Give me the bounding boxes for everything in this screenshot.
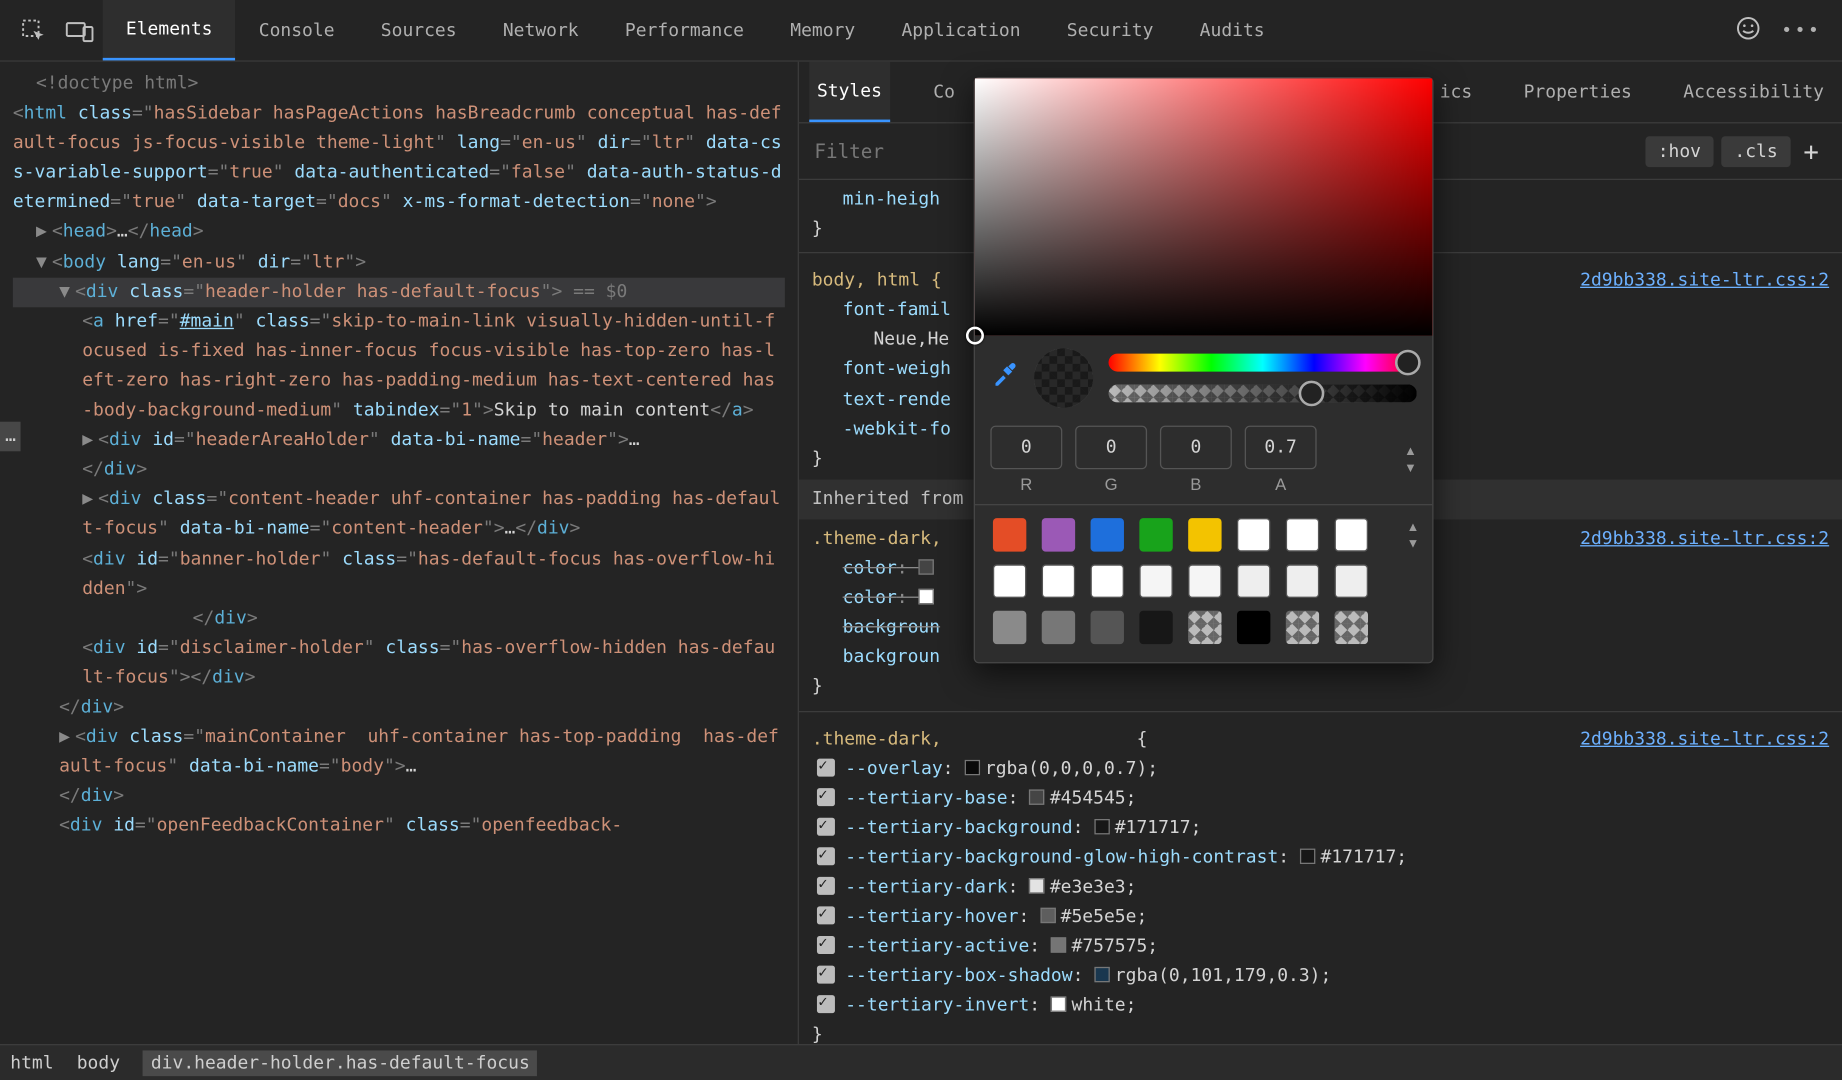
dom-head[interactable]: ▶<head>…</head> xyxy=(13,218,785,248)
prop-toggle[interactable] xyxy=(817,788,835,806)
channel-g-input[interactable]: 0 xyxy=(1075,426,1147,470)
palette-swatch[interactable] xyxy=(1237,518,1270,551)
crumb-selected[interactable]: div.header-holder.has-default-focus xyxy=(143,1050,537,1076)
palette-swatch[interactable] xyxy=(1042,611,1075,644)
prop-toggle[interactable] xyxy=(817,847,835,865)
palette-swatch[interactable] xyxy=(1335,611,1368,644)
color-preview-swatch xyxy=(1034,348,1093,407)
tab-metrics[interactable]: ics xyxy=(1432,62,1480,122)
tab-elements[interactable]: Elements xyxy=(103,0,236,60)
dom-selected-header-holder[interactable]: ▼<div class="header-holder has-default-f… xyxy=(13,277,785,307)
dom-html-open[interactable]: <html class="hasSidebar hasPageActions h… xyxy=(13,99,785,218)
tab-audits[interactable]: Audits xyxy=(1177,0,1288,60)
palette-swatch[interactable] xyxy=(1091,518,1124,551)
palette-swatch[interactable] xyxy=(1188,518,1221,551)
dom-header-holder-close: </div> xyxy=(13,693,785,723)
elements-dom-tree[interactable]: … <!doctype html> <html class="hasSideba… xyxy=(0,62,799,1044)
palette-swatch[interactable] xyxy=(1335,518,1368,551)
doctype: <!doctype html> xyxy=(36,73,198,94)
hov-toggle[interactable]: :hov xyxy=(1645,136,1714,167)
palette-swatch[interactable] xyxy=(1237,611,1270,644)
tab-computed[interactable]: Co xyxy=(926,62,963,122)
channel-r-input[interactable]: 0 xyxy=(990,426,1062,470)
palette-swatch[interactable] xyxy=(1335,564,1368,597)
tab-application[interactable]: Application xyxy=(878,0,1043,60)
rgba-inputs: 0R 0G 0B 0.7A ▲▼ xyxy=(975,420,1432,504)
prop-toggle[interactable] xyxy=(817,758,835,776)
feedback-icon[interactable] xyxy=(1735,15,1761,46)
alpha-thumb[interactable] xyxy=(1299,381,1325,407)
dom-body-open[interactable]: ▼<body lang="en-us" dir="ltr"> xyxy=(13,248,785,278)
tab-console[interactable]: Console xyxy=(236,0,358,60)
dom-banner-close: </div> xyxy=(13,604,785,634)
dom-feedback-container[interactable]: <div id="openFeedbackContainer" class="o… xyxy=(13,812,785,842)
palette-swatch[interactable] xyxy=(1042,518,1075,551)
color-swatch-icon[interactable] xyxy=(964,759,979,774)
dom-main-container[interactable]: ▶<div class="mainContainer uhf-container… xyxy=(13,723,785,812)
palette-swatch[interactable] xyxy=(1091,611,1124,644)
crumb-html[interactable]: html xyxy=(10,1052,53,1073)
palette-swatch[interactable] xyxy=(993,564,1026,597)
devtools-top-tabbar: Elements Console Sources Network Perform… xyxy=(0,0,1842,62)
channel-b-input[interactable]: 0 xyxy=(1160,426,1232,470)
palette-swatch[interactable] xyxy=(1188,564,1221,597)
css-file-link[interactable]: 2d9bb338.site-ltr.css:2 xyxy=(1580,524,1829,554)
channel-a-input[interactable]: 0.7 xyxy=(1245,426,1317,470)
styles-pane: Styles Co ics Properties Accessibility :… xyxy=(799,62,1842,1044)
ellipsis-gutter[interactable]: … xyxy=(0,422,21,452)
dom-banner-holder[interactable]: <div id="banner-holder" class="has-defau… xyxy=(13,545,785,604)
palette-swatch[interactable] xyxy=(993,518,1026,551)
tab-network[interactable]: Network xyxy=(480,0,602,60)
dom-skip-link[interactable]: <a href="#main" class="skip-to-main-link… xyxy=(13,307,785,426)
tab-performance[interactable]: Performance xyxy=(602,0,767,60)
more-menu-icon[interactable]: ••• xyxy=(1781,20,1821,41)
crumb-body[interactable]: body xyxy=(77,1052,120,1073)
prop-toggle[interactable] xyxy=(817,817,835,835)
hue-thumb[interactable] xyxy=(1395,350,1421,376)
palette-swatch[interactable] xyxy=(993,611,1026,644)
tab-memory[interactable]: Memory xyxy=(767,0,878,60)
palette-nav[interactable]: ▲▼ xyxy=(1407,505,1433,662)
css-file-link[interactable]: 2d9bb338.site-ltr.css:2 xyxy=(1580,725,1829,755)
palette-swatch[interactable] xyxy=(1188,611,1221,644)
tab-security[interactable]: Security xyxy=(1044,0,1177,60)
palette-swatch[interactable] xyxy=(1286,564,1319,597)
palette-swatch[interactable] xyxy=(1286,611,1319,644)
saturation-cursor[interactable] xyxy=(966,327,984,345)
prop-toggle[interactable] xyxy=(817,936,835,954)
palette-swatch[interactable] xyxy=(1091,564,1124,597)
prop-toggle[interactable] xyxy=(817,996,835,1014)
palette-swatch[interactable] xyxy=(1286,518,1319,551)
dom-content-header[interactable]: ▶<div class="content-header uhf-containe… xyxy=(13,485,785,544)
new-style-rule-button[interactable]: + xyxy=(1791,136,1832,167)
color-format-toggle[interactable]: ▲▼ xyxy=(1404,444,1417,475)
prop-toggle[interactable] xyxy=(817,877,835,895)
palette-swatch[interactable] xyxy=(1237,564,1270,597)
tab-accessibility[interactable]: Accessibility xyxy=(1676,62,1832,122)
cls-toggle[interactable]: .cls xyxy=(1722,136,1791,167)
palette-swatches xyxy=(975,505,1389,662)
prop-toggle[interactable] xyxy=(817,907,835,925)
elements-breadcrumb[interactable]: html body div.header-holder.has-default-… xyxy=(0,1044,1842,1080)
eyedropper-icon[interactable] xyxy=(990,360,1018,396)
dom-disclaimer[interactable]: <div id="disclaimer-holder" class="has-o… xyxy=(13,634,785,693)
css-file-link[interactable]: 2d9bb338.site-ltr.css:2 xyxy=(1580,266,1829,296)
prop-toggle[interactable] xyxy=(817,966,835,984)
alpha-slider[interactable] xyxy=(1109,384,1417,402)
palette-swatch[interactable] xyxy=(1042,564,1075,597)
color-picker-popover[interactable]: 0R 0G 0B 0.7A ▲▼ ▲▼ xyxy=(974,77,1434,663)
dom-header-area[interactable]: ▶<div id="headerAreaHolder" data-bi-name… xyxy=(13,426,785,485)
device-toggle-icon[interactable] xyxy=(57,0,103,61)
tab-properties[interactable]: Properties xyxy=(1516,62,1640,122)
tab-styles[interactable]: Styles xyxy=(809,62,889,122)
hue-slider[interactable] xyxy=(1109,354,1417,372)
tab-sources[interactable]: Sources xyxy=(358,0,480,60)
inspect-element-icon[interactable] xyxy=(10,0,56,61)
palette-swatch[interactable] xyxy=(1139,518,1172,551)
palette-swatch[interactable] xyxy=(1139,611,1172,644)
saturation-field[interactable] xyxy=(975,78,1432,335)
palette-swatch[interactable] xyxy=(1139,564,1172,597)
